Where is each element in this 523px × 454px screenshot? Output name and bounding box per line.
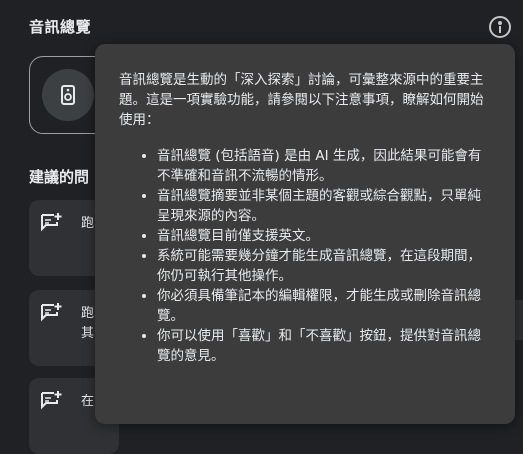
info-popover: 音訊總覽是生動的「深入探索」討論，可彙整來源中的重要主題。這是一項實驗功能，請參…	[95, 44, 515, 424]
question-add-icon	[41, 391, 62, 410]
suggested-questions-title: 建議的問	[29, 168, 90, 186]
popover-notes-list: 音訊總覽 (包括語音) 是由 AI 生成，因此結果可能會有不準確和音訊不流暢的情…	[119, 146, 491, 366]
popover-note: 系統可能需要幾分鐘才能生成音訊總覽，在這段期間，你仍可執行其他操作。	[157, 246, 491, 286]
popover-note: 音訊總覽摘要並非某個主題的客觀或綜合觀點，只單純呈現來源的內容。	[157, 186, 491, 226]
popover-note: 音訊總覽目前僅支援英文。	[157, 226, 491, 246]
popover-note: 你可以使用「喜歡」和「不喜歡」按鈕，提供對音訊總覽的意見。	[157, 326, 491, 366]
popover-intro: 音訊總覽是生動的「深入探索」討論，可彙整來源中的重要主題。這是一項實驗功能，請參…	[119, 72, 484, 128]
popover-note: 音訊總覽 (包括語音) 是由 AI 生成，因此結果可能會有不準確和音訊不流暢的情…	[157, 146, 491, 186]
panel-title: 音訊總覽	[29, 18, 92, 36]
question-add-icon	[41, 303, 62, 322]
info-icon[interactable]	[489, 16, 511, 38]
speaker-button[interactable]	[42, 69, 94, 121]
speaker-icon	[61, 85, 75, 105]
question-add-icon	[41, 213, 62, 232]
popover-note: 你必須具備筆記本的編輯權限，才能生成或刪除音訊總覽。	[157, 286, 491, 326]
